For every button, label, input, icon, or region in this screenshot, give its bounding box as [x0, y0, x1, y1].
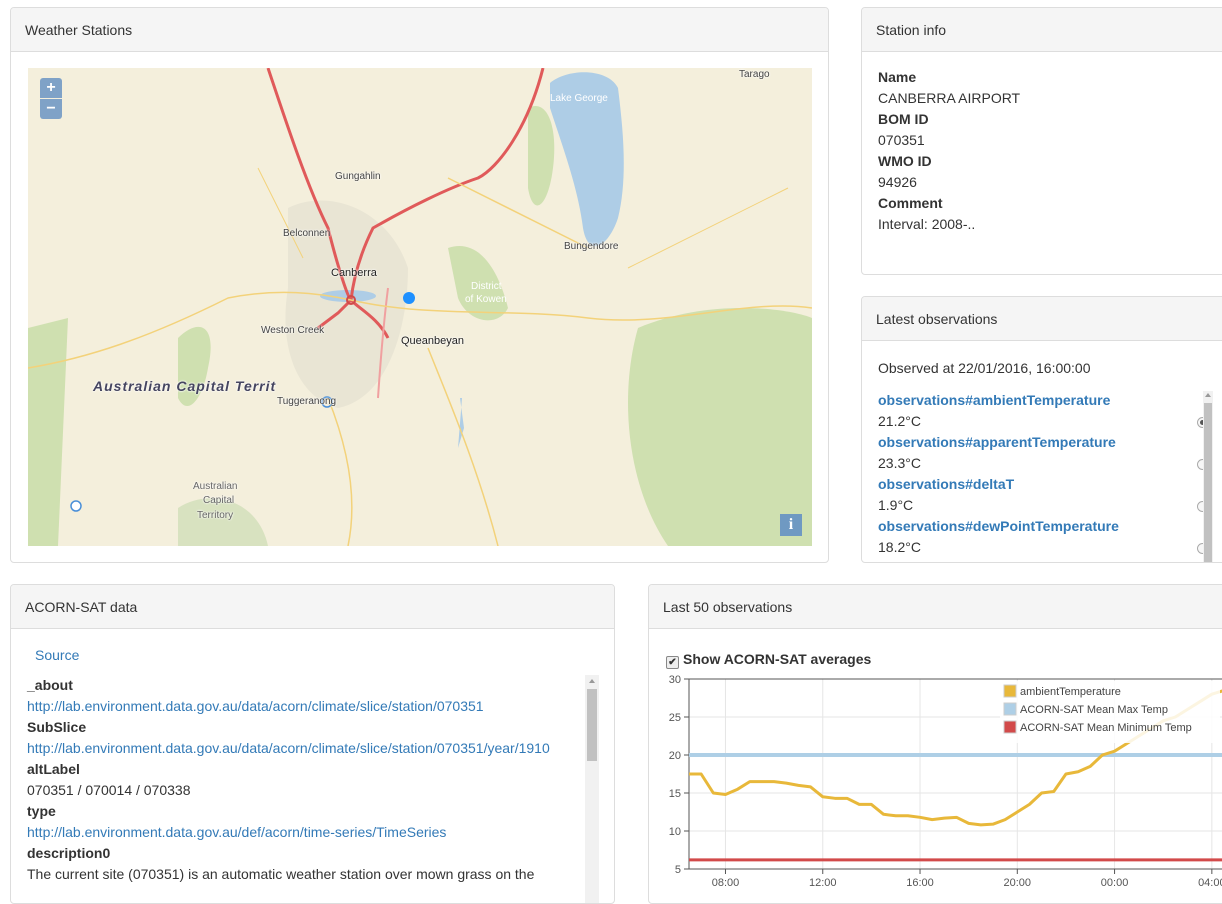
- name-label: Name: [878, 69, 917, 85]
- subslice-label: SubSlice: [27, 719, 87, 735]
- map-label: Gungahlin: [335, 171, 381, 182]
- latest-observations-title: Latest observations: [862, 297, 1222, 341]
- wmo-id-label: WMO ID: [878, 153, 932, 169]
- wmo-id: 94926: [878, 174, 917, 190]
- acorn-sat-panel: ACORN-SAT data Source _about http://lab.…: [10, 584, 615, 904]
- list-item: observations#dewPointTemperature 18.2°C: [878, 516, 1208, 558]
- observation-link[interactable]: observations#deltaT: [878, 474, 1208, 495]
- observed-at: Observed at 22/01/2016, 16:00:00: [878, 360, 1091, 376]
- x-tick-label: 20:00: [1004, 877, 1032, 889]
- bom-id-label: BOM ID: [878, 111, 929, 127]
- legend-swatch: [1003, 702, 1017, 716]
- type-label: type: [27, 803, 56, 819]
- acorn-sat-title: ACORN-SAT data: [11, 585, 614, 629]
- description-value: The current site (070351) is an automati…: [27, 866, 535, 882]
- map-label: Lake George: [550, 93, 608, 104]
- about-label: _about: [27, 677, 73, 693]
- station-marker: [70, 500, 82, 512]
- station-map[interactable]: + − Tarago Lake George Gungahlin Belconn…: [28, 68, 812, 546]
- acorn-properties: _about http://lab.environment.data.gov.a…: [27, 675, 592, 885]
- weather-stations-panel: Weather Stations + − Tarago Lake George …: [10, 7, 829, 563]
- selected-station-marker: [403, 292, 415, 304]
- map-label: Bungendore: [564, 241, 619, 252]
- weather-stations-title: Weather Stations: [11, 8, 828, 52]
- list-item: observations#deltaT 1.9°C: [878, 474, 1208, 516]
- last-50-panel: Last 50 observations ✔ Show ACORN-SAT ave…: [648, 584, 1222, 904]
- scroll-thumb[interactable]: [1204, 403, 1212, 562]
- type-link[interactable]: http://lab.environment.data.gov.au/def/a…: [27, 822, 592, 843]
- altlabel-value: 070351 / 070014 / 070338: [27, 782, 191, 798]
- x-tick-label: 08:00: [712, 877, 740, 889]
- list-item: observations#apparentTemperature 23.3°C: [878, 432, 1208, 474]
- legend-swatch: [1003, 720, 1017, 734]
- zoom-out-button[interactable]: −: [40, 99, 62, 119]
- map-label: of Kowen: [465, 294, 507, 305]
- last-50-title: Last 50 observations: [649, 585, 1222, 629]
- y-tick-label: 15: [669, 788, 681, 800]
- map-label: Queanbeyan: [401, 335, 464, 347]
- legend-label: ACORN-SAT Mean Max Temp: [1020, 704, 1168, 716]
- map-canvas: [28, 68, 812, 546]
- y-tick-label: 10: [669, 826, 681, 838]
- map-label: Canberra: [331, 267, 377, 279]
- y-tick-label: 30: [669, 675, 681, 686]
- station-info-panel: Station info Name CANBERRA AIRPORT BOM I…: [861, 7, 1222, 275]
- comment-label: Comment: [878, 195, 943, 211]
- observation-link[interactable]: observations#apparentTemperature: [878, 432, 1208, 453]
- acorn-averages-toggle[interactable]: ✔ Show ACORN-SAT averages: [666, 651, 871, 669]
- scroll-up-arrow[interactable]: [1205, 393, 1211, 397]
- temperature-chart[interactable]: 5 10 15 20 25 30 08:00 12:00 16:00 20:00 00:00 04:0…: [649, 675, 1222, 904]
- legend-label: ambientTemperature: [1020, 686, 1121, 698]
- x-tick-label: 12:00: [809, 877, 837, 889]
- station-name: CANBERRA AIRPORT: [878, 90, 1021, 106]
- altlabel-label: altLabel: [27, 761, 80, 777]
- y-tick-label: 25: [669, 712, 681, 724]
- observation-value: 21.2°C: [878, 413, 921, 429]
- map-label: Tuggeranong: [277, 396, 337, 407]
- x-tick-label: 04:00: [1198, 877, 1222, 889]
- x-tick-label: 00:00: [1101, 877, 1129, 889]
- about-link[interactable]: http://lab.environment.data.gov.au/data/…: [27, 696, 592, 717]
- observation-value: 1.9°C: [878, 497, 914, 513]
- bom-id: 070351: [878, 132, 925, 148]
- scroll-up-arrow[interactable]: [589, 679, 595, 683]
- acorn-averages-label: Show ACORN-SAT averages: [683, 651, 872, 667]
- observations-list: observations#ambientTemperature 21.2°C o…: [878, 390, 1208, 558]
- legend-label: ACORN-SAT Mean Minimum Temp: [1020, 722, 1192, 734]
- map-label: Belconnen: [283, 228, 331, 239]
- comment: Interval: 2008-..: [878, 216, 976, 232]
- map-info-button[interactable]: i: [780, 514, 802, 536]
- zoom-in-button[interactable]: +: [40, 78, 62, 98]
- observation-value: 23.3°C: [878, 455, 921, 471]
- observations-scrollbar[interactable]: [1203, 391, 1213, 562]
- map-label: Tarago: [739, 69, 770, 80]
- station-info-title: Station info: [862, 8, 1222, 52]
- scroll-thumb[interactable]: [587, 689, 597, 761]
- subslice-link[interactable]: http://lab.environment.data.gov.au/data/…: [27, 738, 592, 759]
- acorn-scrollbar[interactable]: [585, 675, 599, 903]
- map-label: Australian Capital Territ: [93, 378, 277, 394]
- legend-swatch: [1003, 684, 1017, 698]
- map-label: District: [471, 281, 502, 292]
- acorn-averages-checkbox[interactable]: ✔: [666, 656, 679, 669]
- latest-observations-panel: Latest observations Observed at 22/01/20…: [861, 296, 1222, 563]
- observation-link[interactable]: observations#dewPointTemperature: [878, 516, 1208, 537]
- observation-value: 18.2°C: [878, 539, 921, 555]
- x-tick-label: 16:00: [906, 877, 934, 889]
- map-label: Weston Creek: [261, 325, 325, 336]
- observation-link[interactable]: observations#ambientTemperature: [878, 390, 1208, 411]
- map-label: Australian: [193, 481, 238, 492]
- map-label: Capital: [203, 495, 235, 506]
- source-link[interactable]: Source: [35, 647, 79, 663]
- y-tick-label: 20: [669, 750, 681, 762]
- y-tick-label: 5: [675, 864, 681, 876]
- description-label: description0: [27, 845, 111, 861]
- map-label: Territory: [197, 510, 234, 521]
- list-item: observations#ambientTemperature 21.2°C: [878, 390, 1208, 432]
